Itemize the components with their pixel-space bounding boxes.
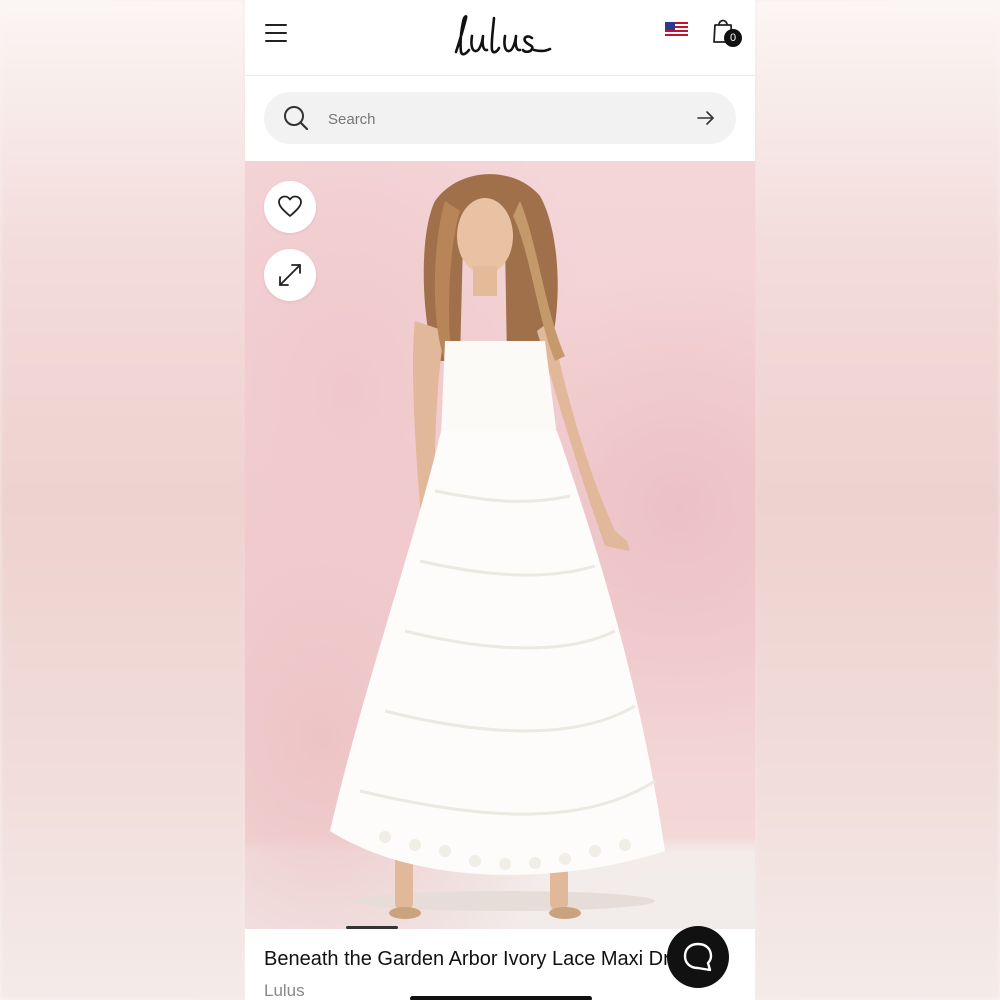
arrow-right-icon[interactable] [697, 110, 715, 126]
search-input[interactable] [326, 104, 690, 134]
brand-name[interactable]: Lulus [264, 981, 305, 1000]
expand-icon [279, 264, 301, 286]
us-flag-icon[interactable] [665, 22, 688, 38]
heart-icon [278, 195, 302, 217]
background-blur-right [755, 0, 1000, 1000]
mobile-page: 0 Search Beneath the Garden Arbor Ivory … [245, 0, 755, 1000]
wishlist-button[interactable] [264, 181, 316, 233]
expand-image-button[interactable] [264, 249, 316, 301]
search-icon [284, 106, 309, 131]
chat-bubble-icon [683, 942, 713, 972]
chat-button[interactable] [667, 926, 729, 988]
lulus-logo[interactable] [450, 12, 555, 60]
search-bar[interactable] [264, 92, 736, 144]
product-image[interactable] [245, 161, 755, 929]
model-photo-illustration [330, 174, 665, 919]
site-header: 0 [245, 0, 755, 76]
hamburger-menu-icon[interactable] [265, 24, 287, 42]
cart-count-badge: 0 [724, 29, 742, 47]
background-blur-left [0, 0, 245, 1000]
product-title: Beneath the Garden Arbor Ivory Lace Maxi… [264, 948, 694, 970]
carousel-indicator[interactable] [346, 926, 398, 929]
home-indicator [410, 996, 592, 1000]
lulus-logo-icon [454, 15, 552, 56]
